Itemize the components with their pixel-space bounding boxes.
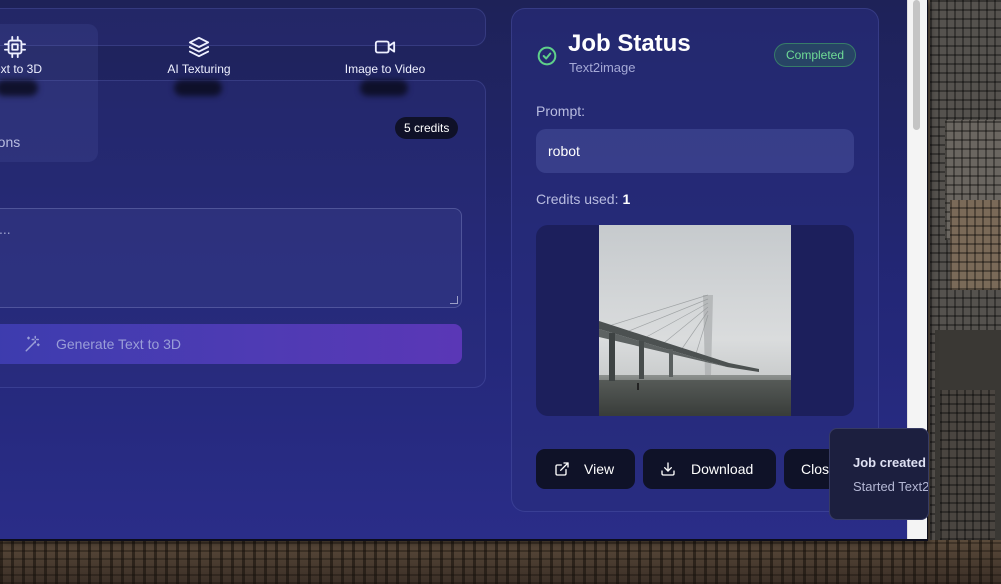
credits-used-label: Credits used:	[536, 191, 619, 207]
tab-credits-blurred	[0, 80, 38, 96]
generate-button-label: Generate Text to 3D	[56, 336, 182, 352]
city-skyline	[0, 540, 1001, 584]
options-label: Options	[0, 134, 21, 150]
toast-title: Job created	[853, 455, 926, 470]
job-subtitle: Text2image	[569, 60, 636, 75]
generate-button[interactable]: Generate Text to 3D	[0, 324, 462, 364]
view-button[interactable]: View	[536, 449, 635, 489]
tab-label: Image to Video	[344, 62, 426, 76]
external-link-icon	[555, 462, 569, 476]
magic-wand-icon	[25, 335, 40, 352]
credits-used: Credits used: 1	[536, 191, 630, 207]
tab-label: Text to 3D	[0, 62, 43, 76]
resize-handle[interactable]	[450, 296, 458, 304]
check-circle-icon	[537, 46, 557, 66]
tab-text-to-3d[interactable]: Text to 3D	[0, 36, 50, 76]
tab-label: AI Texturing	[167, 62, 231, 76]
toast-notification[interactable]: Job created Started Text2image	[829, 428, 929, 520]
video-icon	[374, 40, 396, 54]
prompt-value: robot	[548, 143, 580, 159]
bridge-photo	[598, 225, 791, 416]
tab-ai-texturing[interactable]: AI Texturing	[159, 36, 239, 76]
credits-badge: 5 credits	[395, 117, 459, 139]
view-button-label: View	[584, 461, 615, 477]
result-image[interactable]	[598, 225, 791, 416]
scrollbar-thumb[interactable]	[913, 0, 920, 130]
download-button[interactable]: Download	[643, 449, 776, 489]
textarea-placeholder: ...	[0, 221, 11, 237]
toast-description: Started Text2image	[853, 479, 929, 494]
credits-used-value: 1	[622, 191, 631, 207]
cpu-icon	[4, 36, 26, 58]
download-icon	[661, 462, 675, 476]
prompt-display: robot	[536, 129, 854, 173]
status-badge: Completed	[774, 43, 857, 67]
job-status-panel: Job Status Text2image Completed Prompt: …	[511, 8, 879, 512]
tab-image-to-video[interactable]: Image to Video	[338, 36, 432, 76]
result-image-frame	[536, 225, 854, 416]
download-button-label: Download	[691, 461, 754, 477]
prompt-label: Prompt:	[536, 103, 586, 119]
tab-credits-blurred	[174, 80, 222, 96]
job-title: Job Status	[568, 30, 691, 57]
app-window: Text to 3D AI Texturing Image to Video O…	[0, 0, 928, 541]
tab-credits-blurred	[360, 80, 408, 96]
prompt-textarea[interactable]: ...	[0, 208, 462, 308]
layers-icon	[188, 36, 210, 58]
